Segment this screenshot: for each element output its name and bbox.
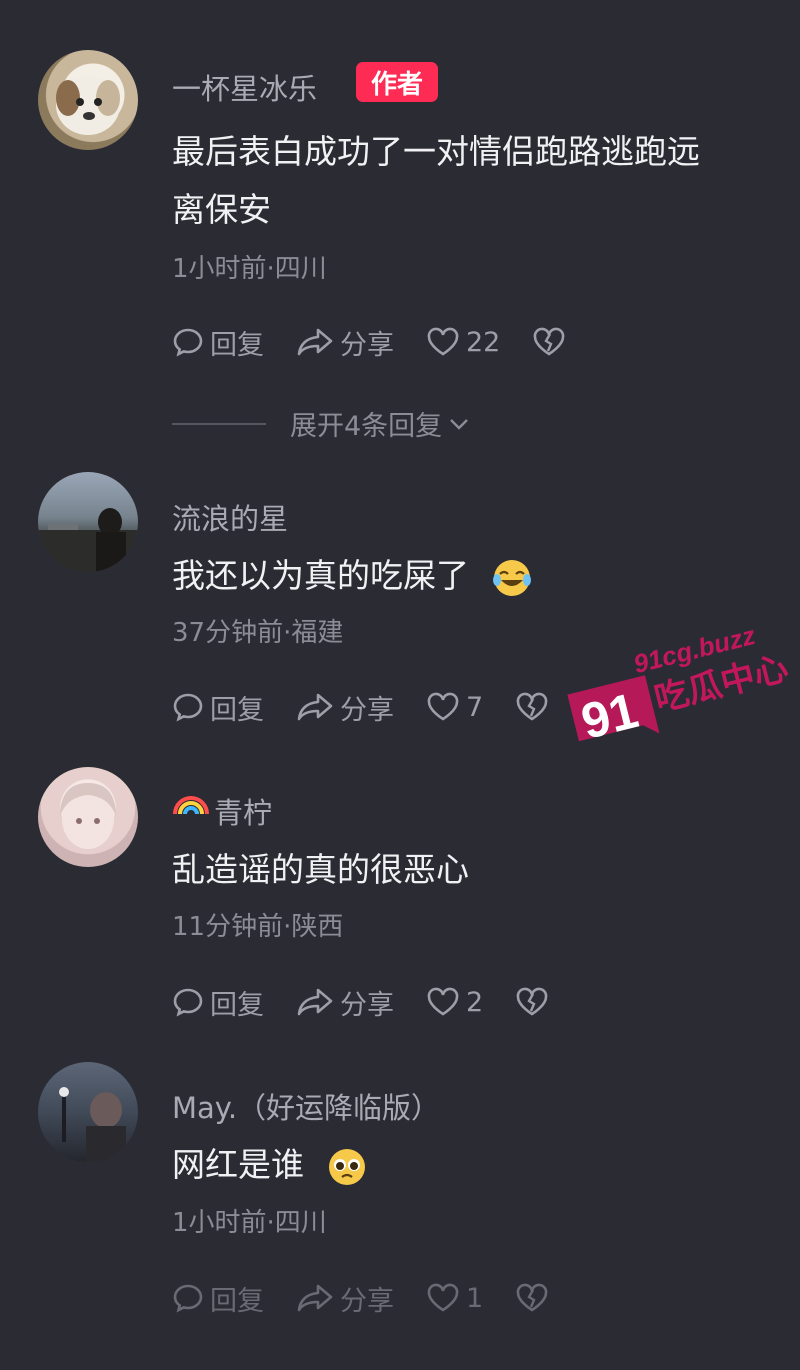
share-label: 分享: [340, 329, 394, 361]
reply-label: 回复: [210, 1285, 264, 1317]
username[interactable]: May.（好运降临版）: [172, 1085, 440, 1127]
reply-icon: [173, 693, 203, 722]
comment-actions: 回复 分享 1: [172, 1276, 555, 1320]
broken-heart-icon: [516, 1283, 548, 1312]
heart-icon: [427, 1283, 459, 1312]
share-icon: [297, 988, 333, 1016]
watermark: 91 91cg.buzz 吃瓜中心: [548, 600, 792, 774]
comment-meta: 37分钟前·福建: [172, 618, 344, 648]
broken-heart-icon: [534, 327, 565, 356]
comment-text-content: 我还以为真的吃屎了: [172, 556, 469, 595]
comment-actions: 回复 分享 2: [172, 980, 555, 1024]
comment-meta: 1小时前·四川: [172, 1208, 327, 1238]
dislike-button[interactable]: [532, 326, 572, 358]
like-button[interactable]: 1: [426, 1282, 483, 1314]
share-button[interactable]: 分享: [296, 1279, 394, 1318]
share-icon: [297, 328, 333, 356]
comment-actions: 回复 分享 22: [172, 320, 572, 364]
comment-text-content: 网红是谁: [172, 1145, 304, 1184]
share-icon: [297, 693, 333, 721]
share-button[interactable]: 分享: [296, 688, 394, 727]
share-icon: [297, 1284, 333, 1312]
share-button[interactable]: 分享: [296, 323, 394, 362]
avatar[interactable]: [38, 50, 138, 150]
laughing-tears-emoji-icon: [492, 559, 531, 596]
like-button[interactable]: 22: [426, 326, 500, 358]
reply-icon: [173, 1284, 203, 1313]
like-count: 7: [466, 691, 484, 723]
comment-actions: 回复 分享 7: [172, 685, 555, 729]
reply-icon: [173, 328, 203, 357]
chevron-down-icon: [450, 418, 469, 430]
like-count: 1: [466, 1282, 484, 1314]
heart-icon: [427, 692, 459, 721]
dog-avatar-icon: [56, 75, 120, 135]
reply-button[interactable]: 回复: [172, 688, 264, 727]
reply-button[interactable]: 回复: [172, 983, 264, 1022]
avatar[interactable]: [38, 472, 138, 572]
comment-text: 网红是谁: [172, 1137, 367, 1193]
night-avatar-icon: [59, 1087, 126, 1162]
expand-replies-label: 展开4条回复: [290, 411, 443, 442]
dislike-button[interactable]: [515, 1282, 555, 1314]
watermark-logo-icon: 91 91cg.buzz 吃瓜中心: [567, 620, 792, 750]
reply-label: 回复: [210, 989, 264, 1021]
like-button[interactable]: 2: [426, 986, 483, 1018]
share-label: 分享: [340, 1285, 394, 1317]
broken-heart-icon: [516, 692, 548, 721]
heart-icon: [427, 987, 459, 1016]
username[interactable]: 流浪的星: [172, 496, 288, 538]
author-badge: 作者: [356, 62, 438, 102]
reply-label: 回复: [210, 694, 264, 726]
like-count: 22: [466, 326, 501, 358]
divider-line: [172, 422, 266, 425]
reply-icon: [173, 988, 203, 1017]
dislike-button[interactable]: [515, 986, 555, 1018]
city-avatar-icon: [38, 508, 138, 572]
comment-text-line-1: 最后表白成功了一对情侣跑路逃跑远: [172, 132, 700, 171]
username[interactable]: 青柠: [214, 790, 272, 832]
like-button[interactable]: 7: [426, 691, 483, 723]
reply-button[interactable]: 回复: [172, 1279, 264, 1318]
broken-heart-icon: [516, 987, 548, 1016]
comment-meta: 1小时前·四川: [172, 254, 327, 284]
comment-text: 我还以为真的吃屎了: [172, 548, 532, 604]
heart-icon: [427, 327, 459, 356]
rainbow-icon: [173, 796, 209, 815]
comment-text-line-2: 离保安: [172, 190, 271, 229]
girl-avatar-icon: [60, 783, 116, 849]
pleading-face-emoji-icon: [328, 1148, 365, 1185]
share-label: 分享: [340, 694, 394, 726]
avatar[interactable]: [38, 1062, 138, 1162]
reply-button[interactable]: 回复: [172, 323, 264, 362]
like-count: 2: [466, 986, 484, 1018]
share-label: 分享: [340, 989, 394, 1021]
comment-meta: 11分钟前·陕西: [172, 912, 344, 942]
avatar[interactable]: [38, 767, 138, 867]
comment-text: 乱造谣的真的很恶心: [172, 850, 469, 889]
share-button[interactable]: 分享: [296, 983, 394, 1022]
reply-label: 回复: [210, 329, 264, 361]
expand-replies[interactable]: 展开4条回复: [172, 404, 470, 443]
username[interactable]: 一杯星冰乐: [172, 66, 317, 108]
